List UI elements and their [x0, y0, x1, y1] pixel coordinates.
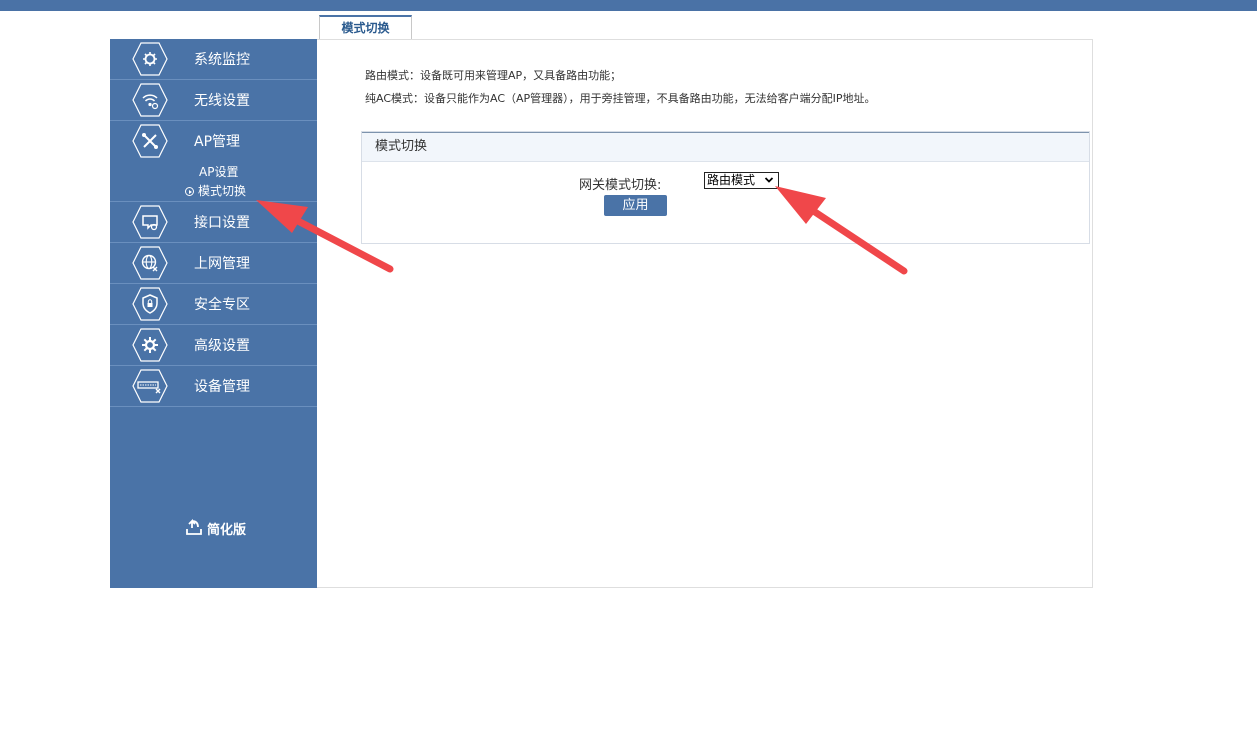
sidebar-item-label: 接口设置: [194, 215, 250, 231]
sidebar-item-ap-management[interactable]: AP管理 AP设置 模式切换: [110, 121, 317, 202]
simplified-version-link[interactable]: 简化版: [184, 517, 246, 538]
simplified-version-label: 简化版: [207, 523, 247, 538]
sidebar-item-label: 设备管理: [194, 379, 250, 395]
sub-item-label: 模式切换: [198, 184, 247, 198]
apply-button[interactable]: 应用: [604, 195, 667, 216]
sidebar-item-label: 高级设置: [194, 338, 250, 354]
gateway-mode-value: 路由模式: [707, 173, 756, 187]
sidebar-item-interface[interactable]: 接口设置: [110, 202, 317, 243]
ac-mode-description: 纯AC模式：设备只能作为AC（AP管理器），用于旁挂管理，不具备路由功能，无法给…: [365, 92, 876, 105]
sub-item-ap-settings[interactable]: AP设置: [185, 163, 246, 182]
chevron-down-icon: [764, 177, 774, 183]
sub-menu: AP设置 模式切换: [185, 163, 246, 201]
sidebar-item-security[interactable]: 安全专区: [110, 284, 317, 325]
monitor-gear-icon: [132, 42, 168, 76]
gateway-mode-select[interactable]: 路由模式: [704, 172, 779, 189]
sidebar: 系统监控 无线设置 AP管理 AP设置 模式切换 接口设置 上网管理 安全专区: [110, 39, 317, 588]
gateway-mode-label: 网关模式切换:: [579, 178, 662, 193]
panel-title: 模式切换: [362, 132, 1089, 162]
sidebar-item-system-monitor[interactable]: 系统监控: [110, 39, 317, 80]
sidebar-item-label: 无线设置: [194, 93, 250, 109]
mode-switch-panel: 模式切换 网关模式切换: 路由模式 应用: [361, 131, 1090, 244]
top-bar: [0, 0, 1257, 11]
sidebar-item-label: 系统监控: [194, 52, 250, 68]
sidebar-item-label: AP管理: [194, 134, 241, 150]
sidebar-item-device-management[interactable]: 设备管理: [110, 366, 317, 407]
gear-icon: [132, 328, 168, 362]
globe-icon: [132, 246, 168, 280]
router-mode-description: 路由模式：设备既可用来管理AP，又具备路由功能；: [365, 69, 622, 82]
main-content: 路由模式：设备既可用来管理AP，又具备路由功能； 纯AC模式：设备只能作为AC（…: [317, 39, 1093, 588]
sidebar-item-label: 上网管理: [194, 256, 250, 272]
device-tools-icon: [132, 369, 168, 403]
wifi-icon: [132, 83, 168, 117]
return-arrow-icon: [186, 518, 202, 535]
ap-tools-icon: [132, 124, 168, 158]
sidebar-item-advanced[interactable]: 高级设置: [110, 325, 317, 366]
sub-item-mode-switch[interactable]: 模式切换: [185, 182, 246, 201]
play-circle-icon: [185, 187, 194, 196]
interface-gear-icon: [132, 205, 168, 239]
tab-mode-switch[interactable]: 模式切换: [319, 15, 412, 40]
shield-lock-icon: [132, 287, 168, 321]
sidebar-item-wireless[interactable]: 无线设置: [110, 80, 317, 121]
sidebar-item-label: 安全专区: [194, 297, 250, 313]
sidebar-item-internet[interactable]: 上网管理: [110, 243, 317, 284]
